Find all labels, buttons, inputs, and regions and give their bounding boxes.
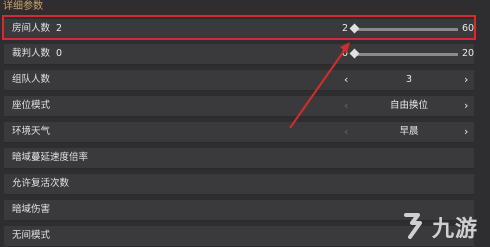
dark-zone-damage-label: 暗域伤害 (12, 204, 51, 215)
referee-count-label: 裁判人数 (12, 48, 51, 59)
team-size-row: 组队人数 ‹ 3 › (4, 70, 474, 91)
seat-mode-label: 座位模式 (12, 100, 51, 111)
referee-count-max: 20 (462, 48, 475, 59)
seat-mode-value: 自由换位 (389, 100, 428, 111)
highlight-annotation (2, 15, 476, 40)
dark-zone-speed-row[interactable]: 暗域蔓延速度倍率 (4, 148, 474, 169)
team-size-prev-button[interactable]: ‹ (344, 73, 348, 86)
revive-count-label: 允许复活次数 (12, 178, 70, 189)
weather-value: 早晨 (399, 126, 419, 137)
weather-next-button[interactable]: › (464, 125, 468, 138)
watermark-text: 九游 (432, 216, 479, 242)
referee-count-min: 0 (342, 48, 349, 59)
referee-count-slider-track[interactable] (354, 53, 458, 56)
referee-count-slider-thumb[interactable] (349, 48, 360, 59)
weather-row: 环境天气 ‹ 早晨 › (4, 122, 474, 143)
endless-mode-label: 无间模式 (12, 230, 51, 241)
team-size-next-button[interactable]: › (464, 73, 468, 86)
team-size-value: 3 (405, 74, 413, 85)
seat-mode-next-button[interactable]: › (464, 99, 468, 112)
weather-prev-button[interactable]: ‹ (344, 125, 348, 138)
team-size-label: 组队人数 (12, 74, 51, 85)
seat-mode-prev-button[interactable]: ‹ (344, 99, 348, 112)
referee-count-value: 0 (56, 48, 63, 59)
referee-count-row: 裁判人数 0 0 20 (4, 44, 474, 65)
watermark: 九游 (402, 205, 484, 242)
revive-count-row[interactable]: 允许复活次数 (4, 174, 474, 195)
weather-label: 环境天气 (12, 126, 51, 137)
watermark-logo-icon (404, 213, 422, 239)
section-title: 详细参数 (3, 1, 43, 12)
dark-zone-speed-label: 暗域蔓延速度倍率 (12, 152, 89, 163)
seat-mode-row: 座位模式 ‹ 自由换位 › (4, 96, 474, 117)
